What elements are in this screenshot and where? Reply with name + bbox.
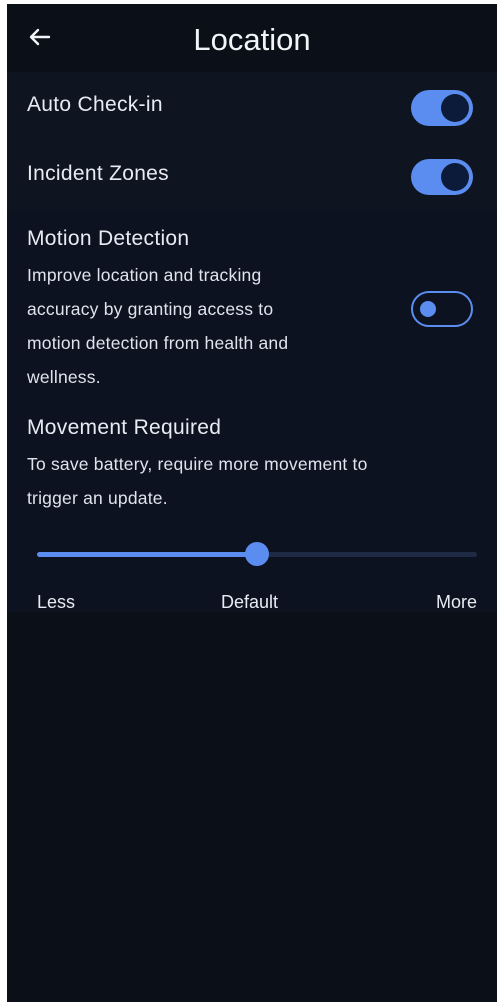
movement-description-line: To save battery, require more movement t… — [27, 454, 368, 474]
toggle-knob — [441, 163, 469, 191]
header-bar: Location — [7, 4, 497, 72]
incident-zones-label: Incident Zones — [27, 162, 169, 185]
motion-detection-toggle[interactable] — [411, 291, 473, 327]
motion-description-line: Improve location and tracking — [27, 265, 262, 285]
auto-checkin-toggle[interactable] — [411, 90, 473, 126]
slider-label-default: Default — [221, 592, 279, 612]
incident-zones-toggle[interactable] — [411, 159, 473, 195]
toggle-knob — [441, 94, 469, 122]
motion-detection-title: Motion Detection — [27, 227, 190, 250]
motion-description-line: motion detection from health and — [27, 333, 289, 353]
motion-description-line: wellness. — [27, 367, 101, 387]
movement-description-line: trigger an update. — [27, 488, 168, 508]
auto-checkin-label: Auto Check-in — [27, 93, 163, 116]
motion-section: Motion Detection Improve location and tr… — [7, 212, 497, 612]
movement-slider[interactable] — [37, 542, 477, 566]
slider-fill — [37, 552, 257, 557]
slider-label-less: Less — [37, 592, 76, 612]
page-title: Location — [193, 22, 311, 57]
toggles-section: Auto Check-in Incident Zones — [7, 72, 497, 212]
toggle-knob — [420, 301, 436, 317]
motion-description-line: accuracy by granting access to — [27, 299, 274, 319]
movement-required-title: Movement Required — [27, 416, 222, 439]
slider-label-more: More — [435, 592, 477, 612]
slider-thumb[interactable] — [245, 542, 269, 566]
location-settings-screen: Location Auto Check-in Incident Zones Mo… — [7, 4, 497, 1002]
